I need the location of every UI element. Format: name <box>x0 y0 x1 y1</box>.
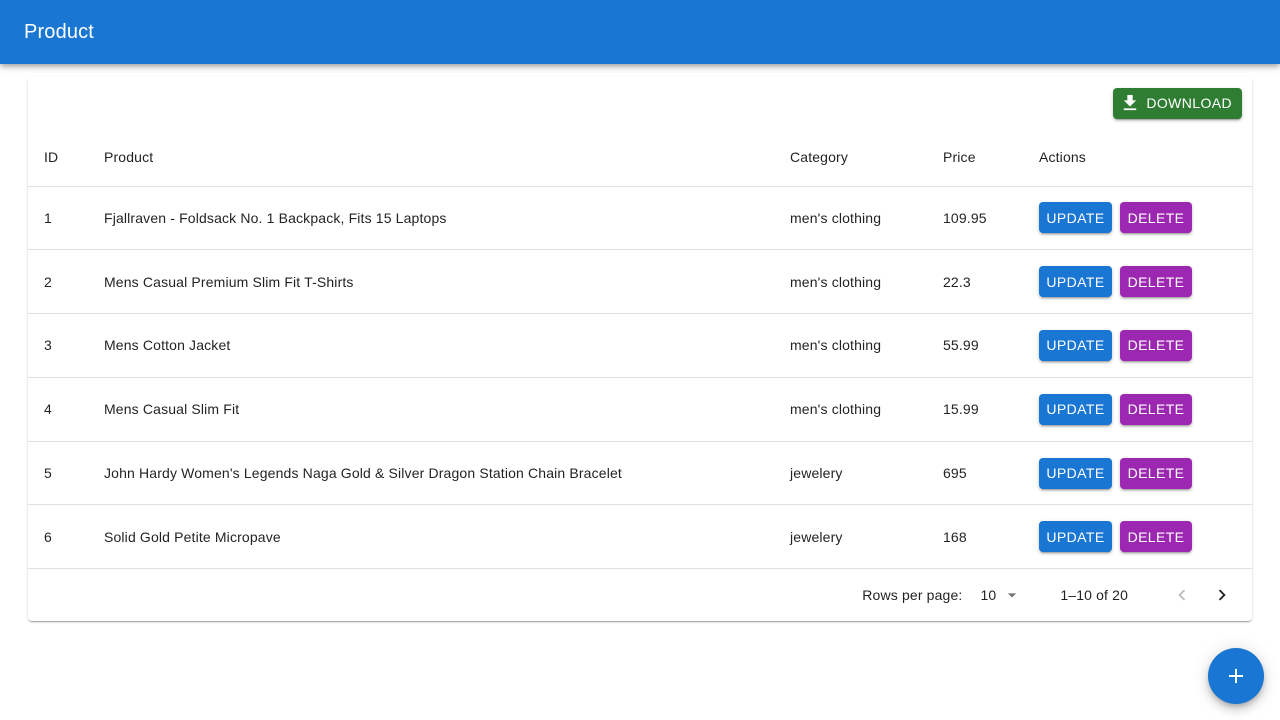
cell-category: jewelery <box>790 504 943 568</box>
table-toolbar: Download <box>28 77 1252 129</box>
cell-product: Fjallraven - Foldsack No. 1 Backpack, Fi… <box>104 186 790 251</box>
arrow-drop-down-icon <box>1008 593 1017 598</box>
table-row: 5 John Hardy Women's Legends Naga Gold & … <box>28 441 1252 506</box>
update-button[interactable]: Update <box>1039 393 1112 425</box>
table-pagination: Rows per page: 10 1–10 of 20 <box>28 569 1252 621</box>
page-title: Product <box>24 20 94 43</box>
cell-actions: Update Delete <box>1039 249 1252 315</box>
update-button[interactable]: Update <box>1039 457 1112 489</box>
table-header-row: ID Product Category Price Actions <box>28 129 1252 187</box>
previous-page-button[interactable] <box>1162 575 1202 615</box>
cell-id: 2 <box>28 249 104 315</box>
chevron-left-icon <box>1178 589 1186 601</box>
header-product: Product <box>104 129 790 187</box>
cell-price: 695 <box>943 441 1039 506</box>
delete-button[interactable]: Delete <box>1120 457 1192 489</box>
table-row: 6 Solid Gold Petite Micropave jewelery 168 U… <box>28 504 1252 568</box>
download-button[interactable]: Download <box>1113 87 1242 119</box>
update-button[interactable]: Update <box>1039 202 1112 234</box>
next-page-button[interactable] <box>1202 575 1242 615</box>
cell-id: 4 <box>28 377 104 442</box>
table-row: 4 Mens Casual Slim Fit men's clothing 15.99… <box>28 377 1252 442</box>
product-table: ID Product Category Price Actions 1 Fjall… <box>28 129 1252 568</box>
update-button[interactable]: Update <box>1039 266 1112 298</box>
cell-id: 3 <box>28 313 104 378</box>
cell-category: men's clothing <box>790 377 943 442</box>
delete-button[interactable]: Delete <box>1120 393 1192 425</box>
update-button[interactable]: Update <box>1039 521 1112 553</box>
download-button-label: Download <box>1146 95 1232 111</box>
cell-price: 55.99 <box>943 313 1039 378</box>
delete-button[interactable]: Delete <box>1120 266 1192 298</box>
rows-per-page-select[interactable]: 10 <box>980 585 1022 605</box>
cell-actions: Update Delete <box>1039 504 1252 568</box>
cell-product: Solid Gold Petite Micropave <box>104 504 790 568</box>
header-price: Price <box>943 129 1039 187</box>
cell-actions: Update Delete <box>1039 313 1252 378</box>
cell-actions: Update Delete <box>1039 186 1252 251</box>
delete-button[interactable]: Delete <box>1120 202 1192 234</box>
cell-product: Mens Cotton Jacket <box>104 313 790 378</box>
cell-category: men's clothing <box>790 249 943 315</box>
header-actions: Actions <box>1039 129 1252 187</box>
chevron-right-icon <box>1218 589 1226 601</box>
table-row: 1 Fjallraven - Foldsack No. 1 Backpack, F… <box>28 186 1252 251</box>
cell-product: Mens Casual Premium Slim Fit T-Shirts <box>104 249 790 315</box>
delete-button[interactable]: Delete <box>1120 521 1192 553</box>
rows-per-page-value: 10 <box>980 587 997 603</box>
header-id: ID <box>28 129 104 187</box>
app-bar: Product <box>0 0 1280 64</box>
cell-price: 22.3 <box>943 249 1039 315</box>
cell-category: men's clothing <box>790 313 943 378</box>
cell-actions: Update Delete <box>1039 441 1252 506</box>
cell-price: 168 <box>943 504 1039 568</box>
product-table-card: Download ID Product Category Price Actio… <box>28 77 1252 621</box>
pagination-range: 1–10 of 20 <box>1060 587 1128 603</box>
table-row: 2 Mens Casual Premium Slim Fit T-Shirts me… <box>28 249 1252 315</box>
update-button[interactable]: Update <box>1039 329 1112 361</box>
cell-price: 15.99 <box>943 377 1039 442</box>
cell-id: 1 <box>28 186 104 251</box>
download-icon <box>1124 95 1137 111</box>
cell-actions: Update Delete <box>1039 377 1252 442</box>
cell-category: men's clothing <box>790 186 943 251</box>
cell-id: 6 <box>28 504 104 568</box>
cell-id: 5 <box>28 441 104 506</box>
table-container[interactable]: ID Product Category Price Actions 1 Fjall… <box>28 129 1252 569</box>
table-row: 3 Mens Cotton Jacket men's clothing 55.99 Up… <box>28 313 1252 378</box>
rows-per-page-label: Rows per page: <box>862 587 963 603</box>
cell-product: John Hardy Women's Legends Naga Gold & S… <box>104 441 790 506</box>
header-category: Category <box>790 129 943 187</box>
delete-button[interactable]: Delete <box>1120 329 1192 361</box>
add-product-button[interactable] <box>1208 648 1264 704</box>
cell-price: 109.95 <box>943 186 1039 251</box>
cell-product: Mens Casual Slim Fit <box>104 377 790 442</box>
add-icon <box>1229 669 1243 683</box>
cell-category: jewelery <box>790 441 943 506</box>
